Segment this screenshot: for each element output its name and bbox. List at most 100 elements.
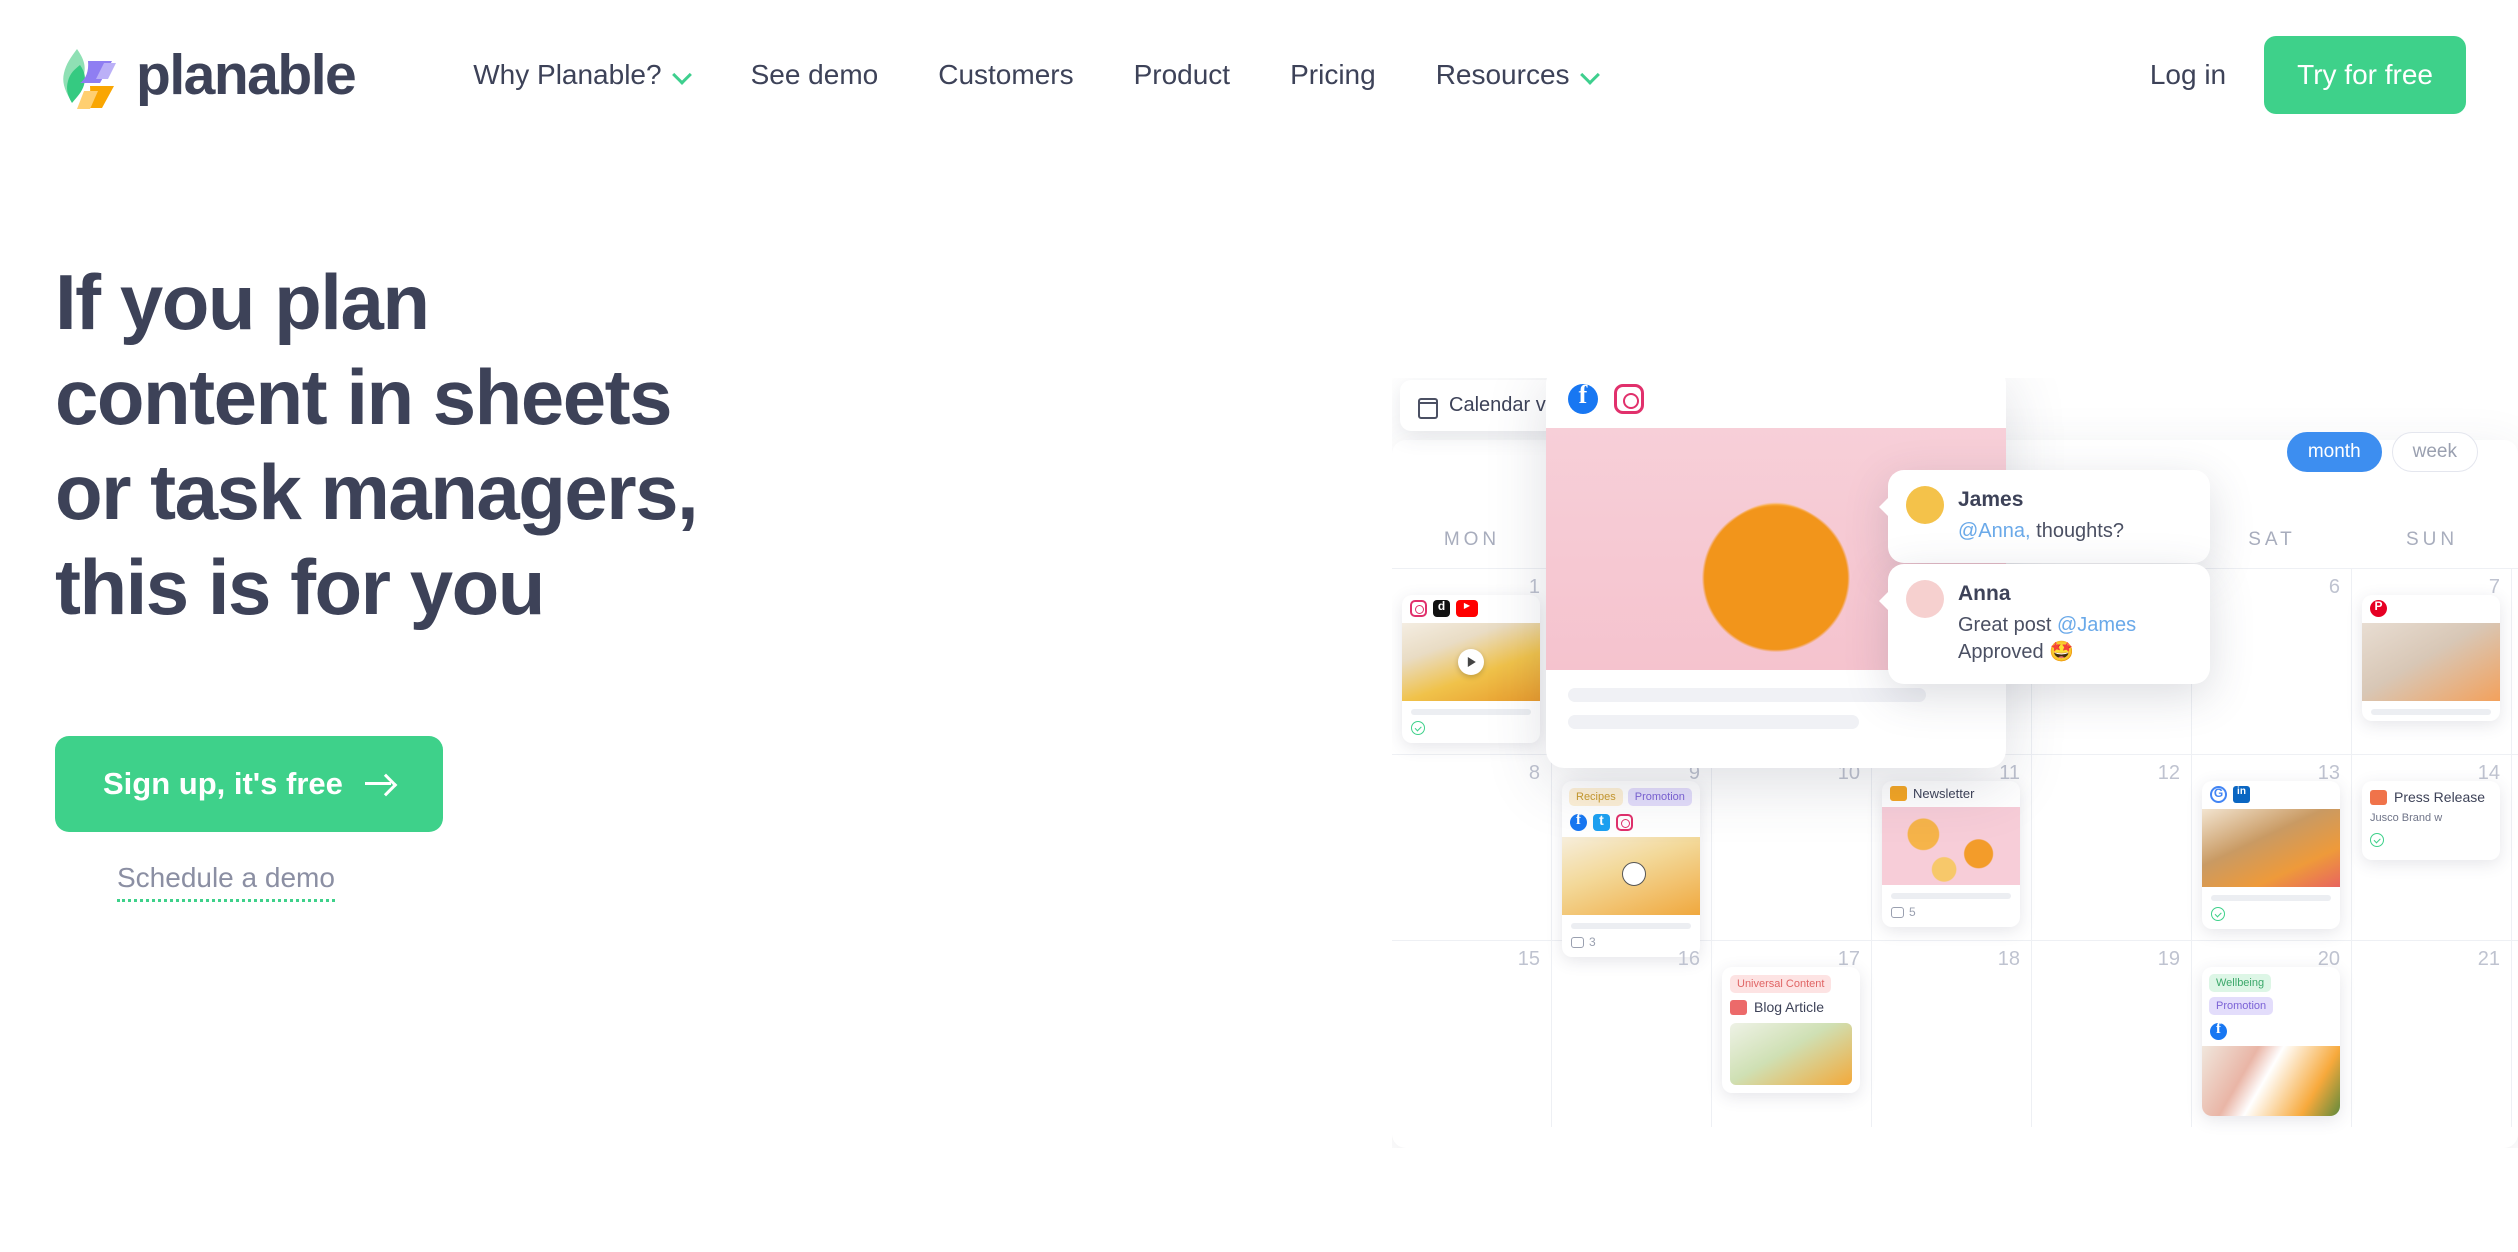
- post-text-placeholder: [1891, 893, 2011, 899]
- approved-check-icon: [1411, 721, 1425, 735]
- period-option-month[interactable]: month: [2286, 432, 2382, 472]
- text-placeholder-line: [1568, 688, 1926, 702]
- comment-content: James @Anna, thoughts?: [1958, 486, 2124, 545]
- app-mockup: Calendar view month week MON TUE WED THU…: [1392, 378, 2518, 1148]
- facebook-icon: [1570, 812, 1587, 831]
- comment-bubble-anna[interactable]: Anna Great post @James Approved 🤩: [1879, 564, 2210, 685]
- calendar-day-cell[interactable]: 1: [1392, 569, 1552, 755]
- post-footer: [2202, 907, 2340, 929]
- post-socials: [2362, 595, 2500, 623]
- day-number: 18: [1997, 948, 2020, 970]
- calendar-day-cell[interactable]: 21: [2352, 941, 2512, 1127]
- main-navigation: Why Planable? See demo Customers Product…: [443, 59, 1628, 91]
- calendar-day-cell[interactable]: 8: [1392, 755, 1552, 941]
- period-option-week[interactable]: week: [2391, 432, 2478, 472]
- post-socials: [2202, 1018, 2340, 1046]
- anna-avatar: [1906, 580, 1944, 618]
- calendar-day-cell[interactable]: 19: [2032, 941, 2192, 1127]
- calendar-week-row: 8 9 Recipes Promotion f t 3 10 11 Newsle…: [1392, 754, 2518, 957]
- post-socials: [2202, 781, 2340, 809]
- comment-content: Anna Great post @James Approved 🤩: [1958, 580, 2136, 666]
- chevron-down-icon: [673, 66, 691, 84]
- day-number: 15: [1517, 948, 1540, 970]
- post-thumbnail: [1562, 837, 1700, 915]
- nav-item-pricing[interactable]: Pricing: [1260, 59, 1406, 91]
- nav-item-resources[interactable]: Resources: [1406, 59, 1629, 91]
- post-footer: 5: [1882, 905, 2020, 927]
- post-thumbnail: [2202, 1046, 2340, 1116]
- planable-logo-icon: [50, 39, 122, 111]
- calendar-day-cell[interactable]: 16: [1552, 941, 1712, 1127]
- add-reaction-icon[interactable]: [1621, 862, 1646, 887]
- signup-button[interactable]: Sign up, it's free: [55, 735, 443, 832]
- post-text-placeholder: [1411, 709, 1531, 715]
- calendar-day-cell[interactable]: 20 Wellbeing Promotion: [2192, 941, 2352, 1127]
- calendar-day-cell[interactable]: 15: [1392, 941, 1552, 1127]
- nav-item-see-demo[interactable]: See demo: [721, 59, 909, 91]
- comment-author: Anna: [1958, 582, 2011, 605]
- calendar-day-cell[interactable]: 11 Newsletter 5: [1872, 755, 2032, 941]
- day-number: 16: [1677, 948, 1700, 970]
- tag-recipes: Recipes: [1569, 788, 1623, 806]
- calendar-day-cell[interactable]: 13: [2192, 755, 2352, 941]
- nav-item-product[interactable]: Product: [1104, 59, 1261, 91]
- login-link[interactable]: Log in: [2112, 59, 2264, 91]
- post-card[interactable]: Recipes Promotion f t 3: [1562, 781, 1700, 957]
- press-release-icon: [2370, 789, 2387, 805]
- comment-bubble-james[interactable]: James @Anna, thoughts?: [1879, 470, 2210, 564]
- schedule-demo-link[interactable]: Schedule a demo: [117, 862, 335, 902]
- post-thumbnail: [1730, 1023, 1852, 1085]
- note-subtitle: Jusco Brand w: [2370, 812, 2443, 824]
- post-text-placeholder: [2211, 895, 2331, 901]
- post-thumbnail: [2202, 809, 2340, 887]
- google-icon: [2210, 786, 2227, 803]
- try-for-free-button[interactable]: Try for free: [2264, 36, 2466, 114]
- calendar-day-cell[interactable]: 14 Press Release Jusco Brand w: [2352, 755, 2512, 941]
- headline-line: If you plan: [55, 258, 430, 346]
- note-title: Blog Article: [1754, 999, 1825, 1015]
- twitter-icon: [1593, 812, 1610, 831]
- mention-anna[interactable]: @Anna,: [1958, 520, 2031, 542]
- calendar-day-cell[interactable]: 6: [2192, 569, 2352, 755]
- comment-body: thoughts?: [2030, 520, 2124, 543]
- chevron-down-icon: [1581, 66, 1599, 84]
- post-detail-socials: [1546, 378, 2006, 428]
- calendar-day-cell[interactable]: 10: [1712, 755, 1872, 941]
- instagram-icon: [1410, 600, 1427, 617]
- post-card[interactable]: [1402, 595, 1540, 743]
- text-placeholder-line: [1568, 715, 1860, 729]
- press-release-card[interactable]: Press Release Jusco Brand w: [2362, 781, 2500, 860]
- signup-button-label: Sign up, it's free: [103, 765, 343, 801]
- nav-item-why-planable[interactable]: Why Planable?: [443, 59, 720, 91]
- nav-item-customers[interactable]: Customers: [908, 59, 1103, 91]
- page-title: If you plan content in sheets or task ma…: [55, 255, 1015, 636]
- secondary-cta-row: Schedule a demo: [55, 862, 1015, 902]
- calendar-icon: [1418, 396, 1438, 419]
- headline-line: this is for you: [55, 543, 545, 632]
- nav-label: Product: [1133, 59, 1231, 90]
- calendar-day-cell[interactable]: 7: [2352, 569, 2512, 755]
- comment-text: Great post @James Approved 🤩: [1958, 612, 2136, 666]
- calendar-day-cell[interactable]: 12: [2032, 755, 2192, 941]
- blog-article-card[interactable]: Universal Content Blog Article: [1722, 967, 1860, 1093]
- day-number: 12: [2157, 762, 2180, 784]
- calendar-day-cell[interactable]: 17 Universal Content Blog Article: [1712, 941, 1872, 1127]
- mention-james[interactable]: @James: [2057, 614, 2136, 636]
- hero-cta-group: Sign up, it's free Schedule a demo: [55, 735, 1015, 902]
- instagram-icon: [1614, 384, 1644, 414]
- post-card[interactable]: [2202, 781, 2340, 929]
- post-card[interactable]: [2362, 595, 2500, 721]
- post-text-placeholder: [2371, 709, 2491, 715]
- calendar-day-cell[interactable]: 9 Recipes Promotion f t 3: [1552, 755, 1712, 957]
- day-number: 8: [1528, 762, 1540, 784]
- note-header: Blog Article: [1730, 999, 1852, 1015]
- post-tags: Universal Content: [1730, 975, 1852, 999]
- tag-universal-content: Universal Content: [1730, 975, 1832, 993]
- tag-wellbeing: Wellbeing: [2209, 974, 2272, 992]
- nav-label: Pricing: [1290, 59, 1376, 90]
- post-card[interactable]: Newsletter 5: [1882, 781, 2020, 927]
- pinterest-icon: [2370, 599, 2387, 617]
- calendar-day-cell[interactable]: 18: [1872, 941, 2032, 1127]
- post-card[interactable]: Wellbeing Promotion: [2202, 967, 2340, 1116]
- brand-logo[interactable]: planable: [50, 39, 357, 111]
